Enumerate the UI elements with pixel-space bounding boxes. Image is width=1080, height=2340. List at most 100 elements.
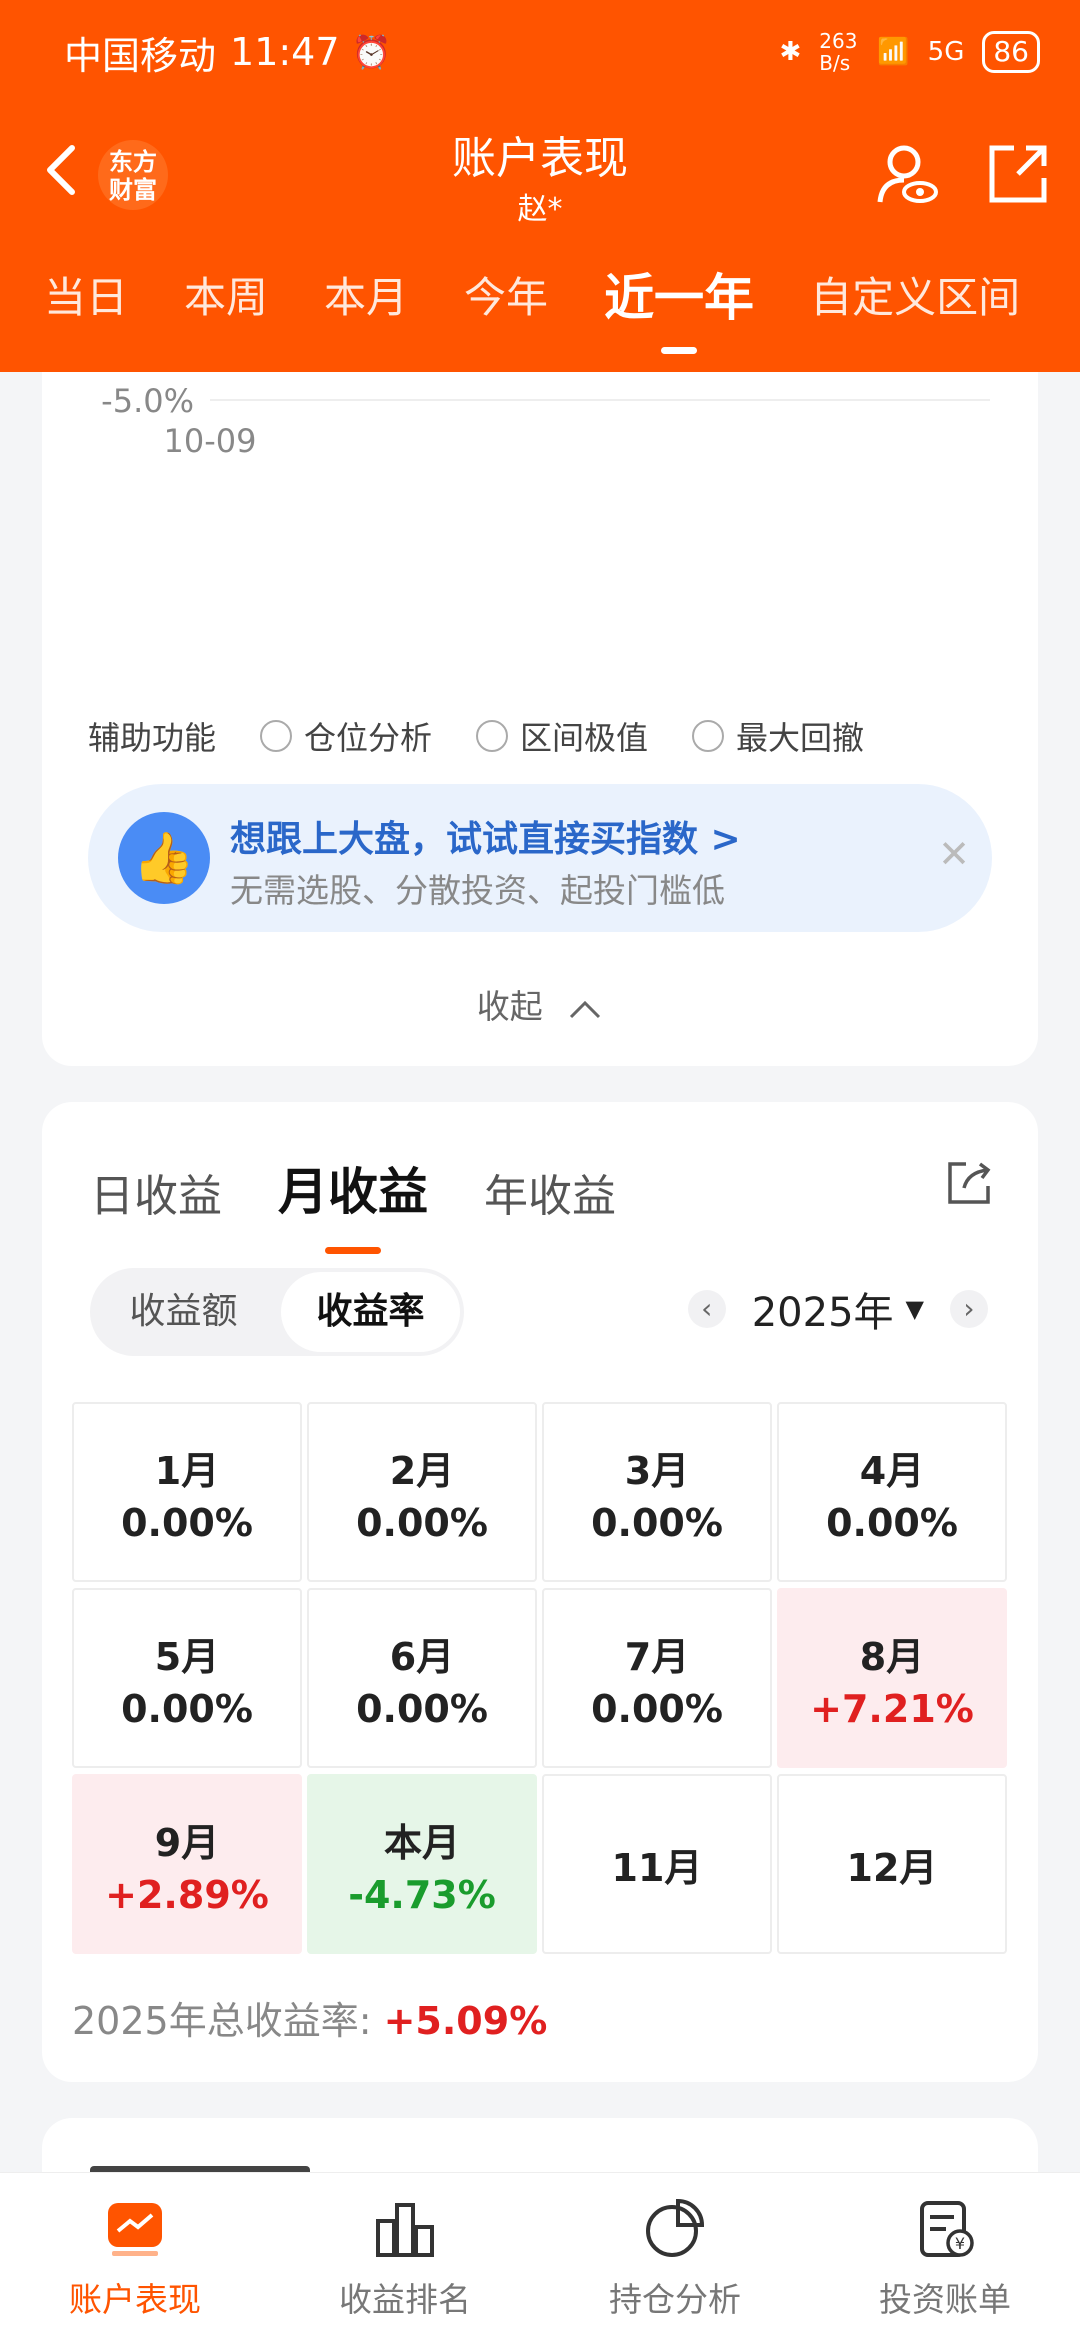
performance-chart-card: 东方财富5.0%0.0%-5.0%10-0912-0602-1304-1506-…: [42, 300, 1038, 1066]
tab-monthly-returns[interactable]: 月收益: [278, 1152, 428, 1254]
month-label: 12月: [846, 1845, 938, 1890]
month-cell[interactable]: 本月 -4.73%: [307, 1774, 537, 1954]
month-cell[interactable]: 1月 0.00%: [72, 1402, 302, 1582]
aux-option-label: 区间极值: [520, 719, 649, 757]
aux-option-max-drawdown[interactable]: 最大回撤: [692, 713, 864, 759]
tab-daily-returns[interactable]: 日收益: [90, 1160, 222, 1224]
privacy-eye-icon[interactable]: [874, 140, 942, 208]
status-bar: 中国移动 11:47 ⏰ ✱ 263 B/s 📶 5G 86: [64, 22, 1040, 82]
month-label: 9月: [154, 1820, 220, 1865]
month-cell[interactable]: 7月 0.00%: [542, 1588, 772, 1768]
bottom-navigation: 账户表现 收益排名 持仓分析 ¥ 投资账单: [0, 2172, 1080, 2340]
month-return-value: 0.00%: [591, 1686, 723, 1731]
carrier: 中国移动: [64, 33, 217, 78]
index-promo-banner[interactable]: 👍 想跟上大盘，试试直接买指数 > 无需选股、分散投资、起投门槛低 ✕: [88, 784, 992, 932]
total-value: +5.09%: [383, 1999, 548, 2043]
nav-label: 收益排名: [339, 2280, 471, 2319]
month-return-value: 0.00%: [356, 1500, 488, 1545]
close-icon[interactable]: ✕: [938, 832, 970, 876]
banner-title: 想跟上大盘，试试直接买指数 >: [230, 819, 741, 860]
month-label: 4月: [859, 1448, 925, 1493]
share-export-icon[interactable]: [984, 140, 1052, 208]
month-label: 1月: [154, 1448, 220, 1493]
month-return-value: 0.00%: [121, 1500, 253, 1545]
month-cell[interactable]: 8月 +7.21%: [777, 1588, 1007, 1768]
battery-indicator: 86: [982, 31, 1040, 73]
year-total-return: 2025年总收益率: +5.09%: [72, 1990, 547, 2045]
net-speed: 263 B/s: [819, 29, 858, 75]
month-label: 11月: [611, 1845, 703, 1890]
toggle-amount[interactable]: 收益额: [94, 1272, 273, 1352]
bluetooth-icon: ✱: [779, 37, 802, 67]
collapse-label: 收起: [476, 987, 543, 1026]
radio-icon: [476, 720, 509, 752]
bill-icon: ¥: [920, 2201, 974, 2257]
aux-option-position[interactable]: 仓位分析: [260, 713, 432, 759]
month-cell[interactable]: 3月 0.00%: [542, 1402, 772, 1582]
nav-label: 持仓分析: [609, 2280, 741, 2319]
tab-week[interactable]: 本周: [156, 258, 296, 348]
nav-investment-bill[interactable]: ¥ 投资账单: [810, 2173, 1080, 2340]
month-cell[interactable]: 12月: [777, 1774, 1007, 1954]
nav-label: 投资账单: [879, 2280, 1011, 2319]
month-label: 6月: [389, 1634, 455, 1679]
tab-last-year[interactable]: 近一年: [576, 258, 782, 354]
nav-ranking[interactable]: 收益排名: [270, 2173, 540, 2340]
month-label: 3月: [624, 1448, 690, 1493]
month-cell[interactable]: 6月 0.00%: [307, 1588, 537, 1768]
tab-today[interactable]: 当日: [0, 258, 156, 348]
month-cell[interactable]: 11月: [542, 1774, 772, 1954]
share-icon[interactable]: [944, 1158, 994, 1208]
collapse-button[interactable]: 收起: [42, 980, 1038, 1028]
metric-toggle: 收益额 收益率: [90, 1268, 464, 1356]
caret-down-icon[interactable]: ▼: [906, 1295, 924, 1323]
month-return-value: 0.00%: [591, 1500, 723, 1545]
tab-ytd[interactable]: 今年: [436, 258, 576, 348]
nav-label: 账户表现: [69, 2280, 201, 2319]
prev-year-chevron-icon[interactable]: ‹: [687, 1290, 726, 1328]
aux-label: 辅助功能: [88, 719, 217, 757]
month-label: 8月: [859, 1634, 925, 1679]
month-return-value: 0.00%: [356, 1686, 488, 1731]
period-tabs: 当日 本周 本月 今年 近一年 自定义区间: [0, 258, 1080, 354]
month-cell[interactable]: 9月 +2.89%: [72, 1774, 302, 1954]
returns-card: 日收益 月收益 年收益 收益额 收益率 ‹ 2025年 ▼ › 1月 0.00% 2…: [42, 1102, 1038, 2082]
total-label: 2025年总收益率:: [72, 1999, 384, 2043]
tab-custom-range[interactable]: 自定义区间: [782, 258, 1048, 348]
month-label: 7月: [624, 1634, 690, 1679]
month-cell[interactable]: 4月 0.00%: [777, 1402, 1007, 1582]
account-performance-icon: [108, 2203, 162, 2256]
month-cell[interactable]: 5月 0.00%: [72, 1588, 302, 1768]
month-label: 5月: [154, 1634, 220, 1679]
svg-text:¥: ¥: [955, 2234, 965, 2253]
aux-functions: 辅助功能 仓位分析 区间极值 最大回撤: [88, 708, 998, 764]
month-label: 2月: [389, 1448, 455, 1493]
month-cell[interactable]: 2月 0.00%: [307, 1402, 537, 1582]
month-return-value: -4.73%: [348, 1872, 496, 1917]
returns-period-tabs: 日收益 月收益 年收益: [90, 1152, 672, 1254]
wifi-icon: 📶: [877, 37, 910, 67]
year-dropdown[interactable]: 2025年: [752, 1280, 894, 1338]
tab-yearly-returns[interactable]: 年收益: [484, 1160, 616, 1224]
toggle-rate[interactable]: 收益率: [281, 1272, 460, 1352]
signal-label: 5G: [927, 37, 965, 67]
thumbs-up-icon: 👍: [118, 812, 210, 904]
banner-subtitle: 无需选股、分散投资、起投门槛低: [230, 871, 725, 910]
month-return-value: 0.00%: [121, 1686, 253, 1731]
nav-holdings-analysis[interactable]: 持仓分析: [540, 2173, 810, 2340]
nav-account-performance[interactable]: 账户表现: [0, 2173, 270, 2340]
y-tick-label: -5.0%: [101, 382, 194, 420]
monthly-returns-grid: 1月 0.00% 2月 0.00% 3月 0.00% 4月 0.00% 5月 0.00% 6月 0.0…: [72, 1402, 1008, 1954]
next-year-chevron-icon[interactable]: ›: [950, 1290, 988, 1328]
app-header: 中国移动 11:47 ⏰ ✱ 263 B/s 📶 5G 86 东方财富 账户表现…: [0, 0, 1080, 372]
tab-month[interactable]: 本月: [296, 258, 436, 348]
month-label: 本月: [383, 1820, 460, 1865]
ranking-icon: [376, 2203, 434, 2257]
aux-option-label: 最大回撤: [736, 719, 865, 757]
month-return-value: 0.00%: [826, 1500, 958, 1545]
month-return-value: +2.89%: [105, 1872, 269, 1917]
aux-option-label: 仓位分析: [304, 719, 433, 757]
aux-option-range-extreme[interactable]: 区间极值: [476, 713, 648, 759]
chevron-up-icon: [570, 1000, 601, 1018]
radio-icon: [692, 720, 725, 752]
